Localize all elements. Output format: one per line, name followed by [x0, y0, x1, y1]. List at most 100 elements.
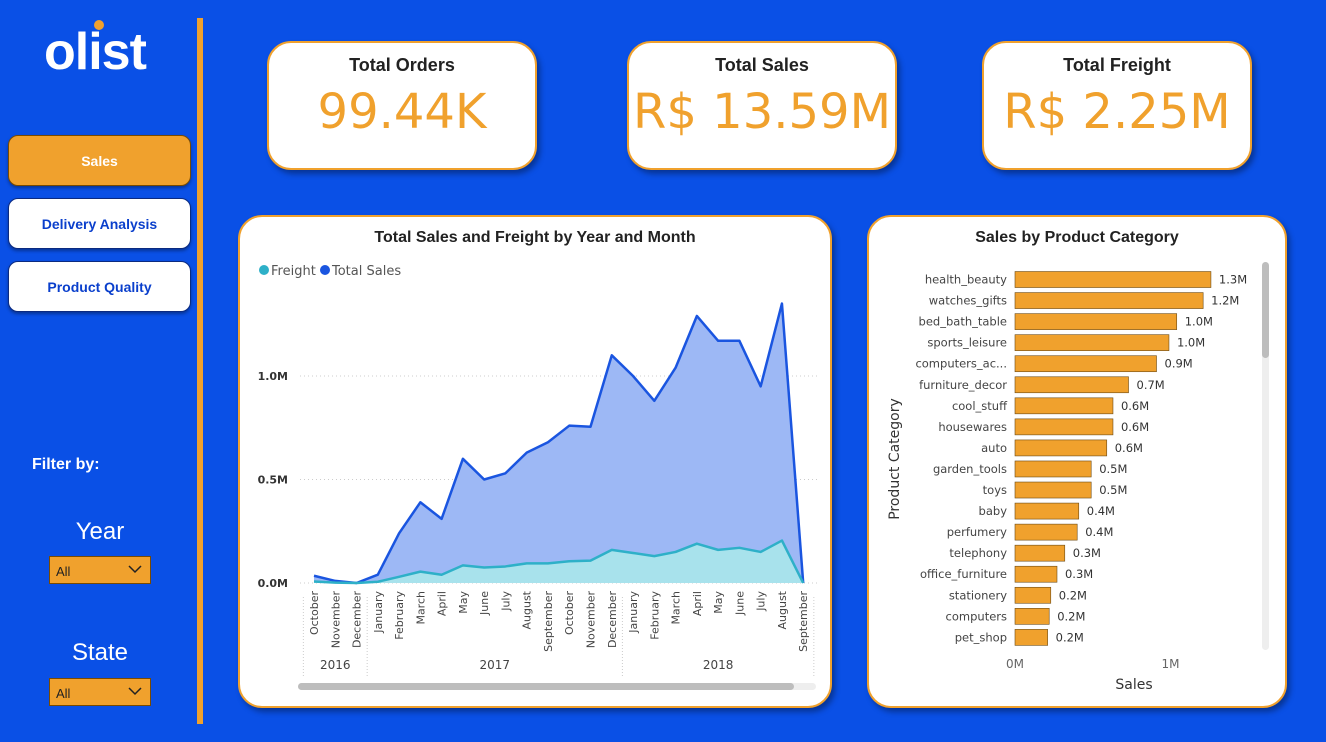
bar-data-label: 0.6M: [1115, 441, 1143, 455]
year-select[interactable]: All: [49, 556, 151, 584]
kpi-card-total-orders: Total Orders 99.44K: [267, 41, 537, 170]
x-tick-label: June: [478, 591, 491, 616]
nav-delivery-analysis-button[interactable]: Delivery Analysis: [8, 198, 191, 249]
kpi-title: Total Freight: [1063, 55, 1171, 75]
category-bar: [1014, 481, 1092, 499]
category-label: health_beauty: [925, 273, 1007, 287]
x-tick-label: 0M: [1006, 657, 1024, 671]
kpi-value: R$ 13.59M: [633, 84, 891, 140]
category-label: office_furniture: [920, 567, 1007, 581]
bar-data-label: 0.4M: [1087, 504, 1115, 518]
nav-product-quality-button[interactable]: Product Quality: [8, 261, 191, 312]
sales-freight-area-chart: Freight Total Sales 0.0M 0.5M 1.0M October Nov…: [258, 264, 818, 690]
category-bar: [1014, 460, 1092, 478]
bar-data-label: 1.0M: [1185, 315, 1213, 329]
category-label: cool_stuff: [952, 399, 1008, 413]
x-tick-label: April: [691, 591, 704, 616]
category-bar: [1014, 565, 1058, 583]
x-tick-label: May: [712, 591, 725, 614]
bar-data-label: 0.6M: [1121, 399, 1149, 413]
category-bar: [1014, 523, 1078, 541]
x-tick-label: 1M: [1162, 657, 1180, 671]
x-tick-label: March: [670, 591, 683, 625]
x-tick-label: August: [776, 590, 789, 629]
category-bar: [1014, 376, 1129, 394]
x-tick-label: January: [372, 591, 385, 634]
x-tick-label: September: [542, 591, 555, 652]
category-bar: [1014, 439, 1108, 457]
state-select[interactable]: All: [49, 678, 151, 706]
x-tick-label: September: [797, 591, 810, 652]
x-tick-label: May: [457, 591, 470, 614]
x-tick-label: October: [308, 591, 321, 635]
category-label: computers_ac...: [915, 357, 1007, 371]
logo-dot: [94, 20, 104, 30]
category-bar: [1014, 313, 1178, 330]
category-label: telephony: [949, 546, 1007, 560]
bar-data-label: 0.6M: [1121, 420, 1149, 434]
bar-data-label: 0.5M: [1099, 483, 1127, 497]
bar-data-label: 1.2M: [1211, 294, 1239, 308]
year-group-label: 2016: [320, 658, 351, 672]
kpi-title: Total Sales: [715, 55, 809, 75]
category-label: furniture_decor: [919, 378, 1007, 392]
y-tick-label: 1.0M: [258, 370, 288, 383]
x-tick-label: June: [733, 591, 746, 616]
x-tick-label: October: [563, 591, 576, 635]
scrollbar-thumb: [298, 683, 794, 690]
x-axis-title: Sales: [1115, 677, 1152, 693]
bar-data-label: 0.5M: [1099, 462, 1127, 476]
state-select-value: All: [56, 686, 71, 701]
sidebar-divider: [197, 18, 203, 724]
scrollbar-thumb: [1262, 262, 1269, 358]
category-label: computers: [946, 609, 1007, 623]
x-tick-label: March: [414, 591, 427, 625]
category-bar: [1014, 397, 1114, 415]
category-bar: [1014, 608, 1050, 625]
category-label: watches_gifts: [929, 294, 1007, 308]
kpi-card-total-sales: Total Sales R$ 13.59M: [627, 41, 897, 170]
legend-freight-label: Freight: [271, 264, 316, 279]
bar-data-label: 0.9M: [1165, 357, 1193, 371]
chevron-down-icon: [128, 565, 142, 574]
y-tick-label: 0.5M: [258, 474, 288, 487]
bar-data-label: 0.3M: [1073, 546, 1101, 560]
category-label: sports_leisure: [927, 336, 1007, 350]
category-label: toys: [983, 483, 1007, 497]
sales-freight-chart-card: Total Sales and Freight by Year and Mont…: [238, 215, 832, 708]
category-bar: [1014, 355, 1157, 373]
x-tick-label: April: [436, 591, 449, 616]
category-label: baby: [979, 504, 1008, 518]
category-label: stationery: [949, 588, 1007, 602]
bar-data-label: 1.3M: [1219, 273, 1247, 287]
category-label: auto: [981, 441, 1007, 455]
x-tick-label: February: [648, 591, 661, 640]
bar-data-label: 1.0M: [1177, 336, 1205, 350]
year-group-label: 2017: [480, 658, 511, 672]
bar-data-label: 0.2M: [1059, 588, 1087, 602]
bar-data-label: 0.2M: [1056, 630, 1084, 644]
kpi-title: Total Orders: [349, 55, 455, 75]
x-tick-label: July: [755, 591, 768, 612]
bar-data-label: 0.7M: [1137, 378, 1165, 392]
x-tick-label: August: [521, 590, 534, 629]
y-tick-label: 0.0M: [258, 577, 288, 590]
kpi-value: R$ 2.25M: [1003, 84, 1231, 140]
nav-sales-button[interactable]: Sales: [8, 135, 191, 186]
chevron-down-icon: [128, 687, 142, 696]
x-tick-label: December: [606, 591, 619, 649]
x-tick-label: November: [329, 591, 342, 649]
category-bar: [1014, 502, 1080, 520]
year-select-value: All: [56, 564, 71, 579]
category-bar: [1014, 271, 1212, 288]
olist-logo: olist: [44, 23, 147, 81]
bar-data-label: 0.3M: [1065, 567, 1093, 581]
category-label: housewares: [938, 420, 1007, 434]
category-bar: [1014, 629, 1048, 646]
category-bar: [1014, 418, 1114, 436]
category-label: pet_shop: [955, 630, 1007, 644]
category-bar: [1014, 544, 1066, 562]
category-label: perfumery: [947, 525, 1007, 539]
kpi-value: 99.44K: [317, 84, 487, 140]
category-bar: [1014, 586, 1052, 604]
